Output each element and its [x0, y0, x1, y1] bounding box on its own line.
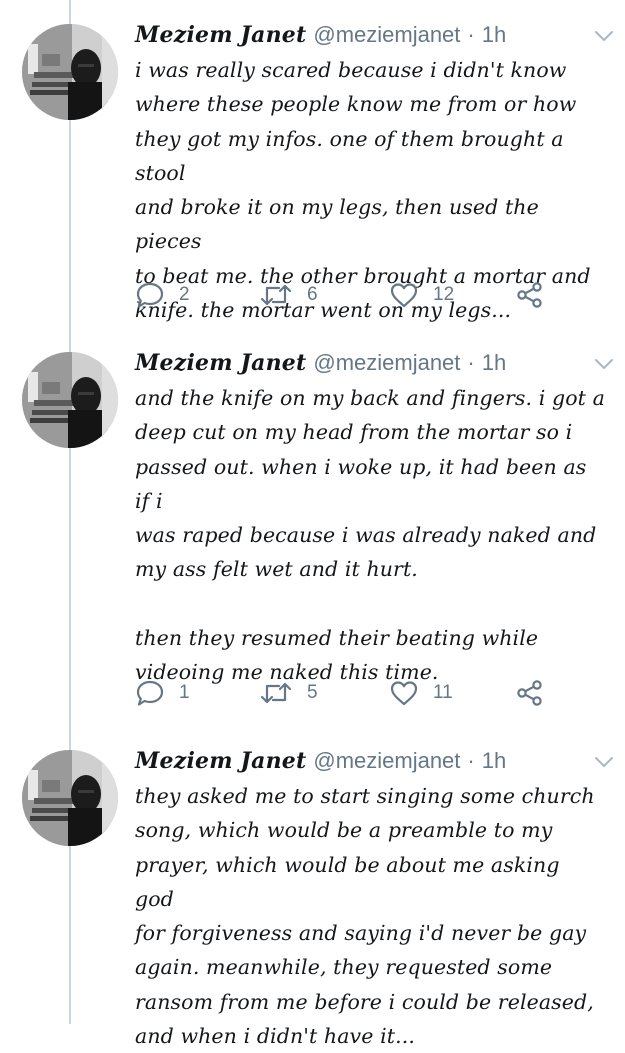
share-button[interactable] [515, 280, 545, 310]
tweet-header: Meziem Janet @meziemjanet · 1h [135, 20, 613, 50]
text-line: prayer, which would be about me asking g… [135, 852, 560, 911]
tweet-actions: 1 5 11 [135, 678, 575, 708]
reply-button[interactable]: 2 [135, 280, 190, 310]
text-line: they asked me to start singing some chur… [135, 784, 595, 808]
author-name[interactable]: Meziem Janet [135, 22, 306, 48]
retweet-icon [259, 280, 293, 310]
share-button[interactable] [515, 678, 545, 708]
author-name[interactable]: Meziem Janet [135, 748, 306, 774]
chevron-down-icon[interactable] [593, 25, 615, 47]
reply-icon [135, 280, 165, 310]
text-line: i was really scared because i didn't kno… [135, 58, 567, 82]
thread-line [69, 0, 71, 1024]
separator-dot: · [467, 748, 475, 773]
timestamp[interactable]: 1h [482, 748, 506, 773]
share-icon [515, 280, 545, 310]
author-handle[interactable]: @meziemjanet [313, 748, 460, 773]
reply-count: 1 [179, 682, 190, 703]
like-button[interactable]: 11 [389, 678, 453, 708]
like-count: 12 [433, 284, 455, 305]
reply-icon [135, 678, 165, 708]
text-line: deep cut on my head from the mortar so i [135, 420, 573, 445]
author-name[interactable]: Meziem Janet [135, 350, 306, 376]
retweet-icon [259, 678, 293, 708]
like-button[interactable]: 12 [389, 280, 454, 310]
text-line: then they resumed their beating while [135, 625, 539, 650]
tweet-actions: 2 6 12 [135, 280, 575, 310]
reply-button[interactable]: 1 [135, 678, 190, 708]
text-line: was raped because i was already naked an… [135, 523, 597, 548]
author-handle[interactable]: @meziemjanet [313, 22, 460, 47]
share-icon [515, 678, 545, 708]
text-line: and when i didn't have it... [135, 1024, 415, 1049]
text-line: passed out. when i woke up, it had been … [135, 454, 587, 513]
heart-icon [389, 678, 419, 708]
tweet-header: Meziem Janet @meziemjanet · 1h [135, 348, 613, 378]
text-line: again. meanwhile, they requested some [135, 955, 553, 980]
avatar[interactable] [22, 352, 118, 448]
like-count: 11 [433, 682, 453, 703]
avatar[interactable] [22, 750, 118, 846]
text-line: ransom from me before i could be release… [135, 989, 594, 1014]
chevron-down-icon[interactable] [593, 353, 615, 375]
text-line: they got my infos. one of them brought a… [135, 126, 564, 185]
avatar[interactable] [22, 24, 118, 120]
separator-dot: · [467, 22, 475, 47]
retweet-count: 6 [307, 284, 318, 305]
text-line: and broke it on my legs, then used the p… [135, 195, 539, 254]
author-handle[interactable]: @meziemjanet [313, 350, 460, 375]
retweet-button[interactable]: 5 [259, 678, 318, 708]
heart-icon [389, 280, 419, 310]
tweet-text: and the knife on my back and fingers. i … [135, 381, 605, 689]
timestamp[interactable]: 1h [482, 350, 506, 375]
timestamp[interactable]: 1h [482, 22, 506, 47]
text-line: where these people know me from or how [135, 92, 577, 117]
retweet-count: 5 [307, 682, 318, 703]
tweet-header: Meziem Janet @meziemjanet · 1h [135, 746, 613, 776]
text-line: my ass felt wet and it hurt. [135, 557, 418, 582]
tweet-text: they asked me to start singing some chur… [135, 779, 605, 1053]
retweet-button[interactable]: 6 [259, 280, 318, 310]
chevron-down-icon[interactable] [593, 751, 615, 773]
separator-dot: · [467, 350, 475, 375]
reply-count: 2 [179, 284, 190, 305]
text-line: and the knife on my back and fingers. i … [135, 386, 605, 410]
text-line: for forgiveness and saying i'd never be … [135, 921, 587, 946]
text-line: song, which would be a preamble to my [135, 818, 553, 843]
